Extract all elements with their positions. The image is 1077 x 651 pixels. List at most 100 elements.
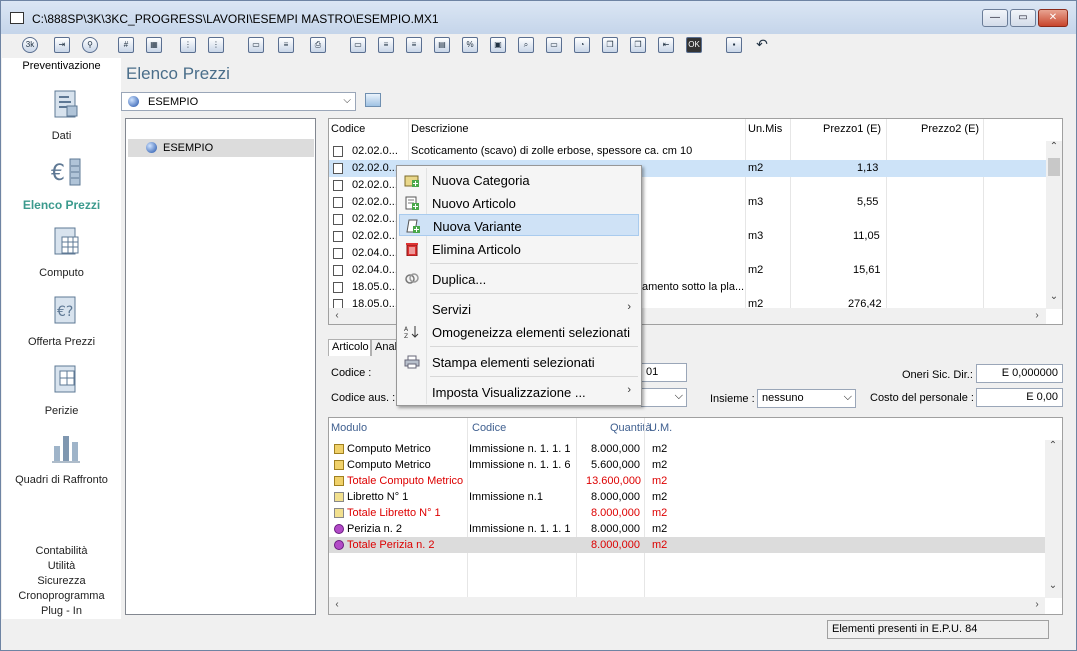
window-icon[interactable]: ▭ xyxy=(546,37,562,53)
new-folder-icon[interactable]: ▭ xyxy=(248,37,264,53)
column-header-codice[interactable]: Codice xyxy=(331,123,365,135)
tab-articolo[interactable]: Articolo xyxy=(328,339,371,356)
oneri-field[interactable]: E 0,000000 xyxy=(976,364,1063,383)
article-icon xyxy=(333,231,343,242)
costo-personale-field[interactable]: E 0,00 xyxy=(976,388,1063,407)
module-row[interactable]: Libretto N° 1 Immissione n.1 8.000,000 m2 xyxy=(329,489,1045,505)
folder-icon[interactable]: ▭ xyxy=(350,37,366,53)
modules-table[interactable]: Modulo Codice Quantità U.M. Computo Metr… xyxy=(328,417,1063,615)
cell-code: 02.02.0... xyxy=(352,196,398,208)
cell-modulo: Totale Perizia n. 2 xyxy=(347,539,435,551)
module-row[interactable]: Computo Metrico Immissione n. 1. 1. 1 8.00… xyxy=(329,441,1045,457)
codice-field[interactable]: 01 xyxy=(641,363,687,382)
module-total-row[interactable]: Totale Computo Metrico 13.600,000 m2 xyxy=(329,473,1045,489)
menu-item-elimina-articolo[interactable]: Elimina Articolo xyxy=(399,238,639,260)
exit-icon[interactable]: ⇥ xyxy=(54,37,70,53)
grid-icon[interactable]: ▦ xyxy=(146,37,162,53)
sidebar-item-label: Computo xyxy=(39,267,84,279)
new-item-icon[interactable]: ≡ xyxy=(278,37,294,53)
close-button[interactable]: ✕ xyxy=(1038,9,1068,27)
search-icon[interactable]: ⚲ xyxy=(82,37,98,53)
tree-icon[interactable]: ⋮ xyxy=(180,37,196,53)
euro-list-icon: € xyxy=(51,158,81,186)
duplicate-icon xyxy=(405,273,419,284)
undo-icon[interactable]: ↶ xyxy=(754,37,770,53)
calc-icon[interactable]: ▣ xyxy=(490,37,506,53)
column-header-codice[interactable]: Codice xyxy=(472,422,506,434)
scroll-up-icon[interactable]: ⌃ xyxy=(1046,141,1062,152)
tree-add-icon[interactable]: ⋮ xyxy=(208,37,224,53)
cell-price1: 11,05 xyxy=(853,230,880,242)
save-icon[interactable]: ▪ xyxy=(726,37,742,53)
sidebar-header: Preventivazione xyxy=(22,60,101,72)
new-category-icon xyxy=(404,175,419,187)
doc-list-icon[interactable]: ≡ xyxy=(406,37,422,53)
scroll-down-icon[interactable]: ⌄ xyxy=(1045,580,1061,591)
import-icon[interactable]: ⇤ xyxy=(658,37,674,53)
scroll-up-icon[interactable]: ⌃ xyxy=(1045,440,1061,451)
sidebar-link-utilita[interactable]: Utilità xyxy=(2,559,121,574)
scroll-thumb[interactable] xyxy=(1048,158,1060,176)
tab-analisi[interactable]: Anal xyxy=(371,339,399,356)
cell-um: m3 xyxy=(748,196,764,208)
copy2-icon[interactable]: ❐ xyxy=(630,37,646,53)
doc2-icon[interactable]: ▤ xyxy=(434,37,450,53)
scroll-down-icon[interactable]: ⌄ xyxy=(1046,291,1062,302)
new-article-icon xyxy=(405,196,419,210)
scroll-left-icon[interactable]: ‹ xyxy=(329,599,345,610)
sidebar-link-contabilita[interactable]: Contabilità xyxy=(2,544,121,559)
column-header-descrizione[interactable]: Descrizione xyxy=(411,123,468,135)
percent-icon[interactable]: % xyxy=(462,37,478,53)
scroll-right-icon[interactable]: › xyxy=(1029,599,1045,610)
insieme-select[interactable]: nessuno ⌵ xyxy=(757,389,856,408)
sidebar-link-sicurezza[interactable]: Sicurezza xyxy=(2,574,121,589)
menu-item-nuovo-articolo[interactable]: Nuovo Articolo xyxy=(399,192,639,214)
menu-item-imposta-visualizzazione[interactable]: Imposta Visualizzazione ... › xyxy=(399,381,639,403)
sidebar-link-cronoprogramma[interactable]: Cronoprogramma xyxy=(2,589,121,604)
tree-node-root[interactable]: ESEMPIO xyxy=(128,139,314,157)
scroll-right-icon[interactable]: › xyxy=(1029,310,1045,321)
menu-item-nuova-categoria[interactable]: Nuova Categoria xyxy=(399,169,639,191)
doc-icon[interactable]: ≡ xyxy=(378,37,394,53)
module-total-row-selected[interactable]: Totale Perizia n. 2 8.000,000 m2 xyxy=(329,537,1045,553)
column-header-unmis[interactable]: Un.Mis xyxy=(748,123,782,135)
scroll-left-icon[interactable]: ‹ xyxy=(329,310,345,321)
codice-aus-select[interactable]: ⌵ xyxy=(641,388,687,407)
vertical-scrollbar[interactable]: ⌃ ⌄ xyxy=(1045,440,1062,598)
column-header-um[interactable]: U.M. xyxy=(649,422,672,434)
preview-icon[interactable]: ⌕ xyxy=(518,37,534,53)
gauge-icon[interactable]: ◔ xyxy=(574,37,590,53)
computo-row-icon xyxy=(334,460,344,470)
module-row[interactable]: Computo Metrico Immissione n. 1. 1. 6 5.60… xyxy=(329,457,1045,473)
menu-item-omogeneizza[interactable]: AZ Omogeneizza elementi selezionati xyxy=(399,321,639,343)
menu-separator xyxy=(430,376,638,377)
copy-icon[interactable]: ❐ xyxy=(602,37,618,53)
maximize-button[interactable]: ▭ xyxy=(1010,9,1036,27)
cell-code: 02.02.0... xyxy=(352,162,398,174)
cell-um: m2 xyxy=(652,459,668,471)
vertical-scrollbar[interactable]: ⌃ ⌄ xyxy=(1046,141,1062,309)
module-row[interactable]: Perizia n. 2 Immissione n. 1. 1. 1 8.000,0… xyxy=(329,521,1045,537)
column-header-prezzo1[interactable]: Prezzo1 (E) xyxy=(823,123,881,135)
hash-icon[interactable]: # xyxy=(118,37,134,53)
table-row[interactable]: 02.02.0... Scoticamento (scavo) di zolle … xyxy=(329,143,1047,160)
database-select[interactable]: ESEMPIO ⌵ xyxy=(121,92,356,111)
sidebar-link-plug-in[interactable]: Plug - In xyxy=(2,604,121,619)
ok-icon[interactable]: OK xyxy=(686,37,702,53)
menu-item-stampa[interactable]: Stampa elementi selezionati xyxy=(399,351,639,373)
column-header-quantita[interactable]: Quantità xyxy=(610,422,652,434)
module-total-row[interactable]: Totale Libretto N° 1 8.000,000 m2 xyxy=(329,505,1045,521)
minimize-button[interactable]: — xyxy=(982,9,1008,27)
cell-price1: 15,61 xyxy=(853,264,881,276)
column-header-prezzo2[interactable]: Prezzo2 (E) xyxy=(921,123,979,135)
menu-item-duplica[interactable]: Duplica... xyxy=(399,268,639,290)
category-tree[interactable]: ESEMPIO xyxy=(125,118,316,615)
print-icon[interactable]: ⎙ xyxy=(310,37,326,53)
add-folder-icon[interactable] xyxy=(365,93,381,107)
menu-item-servizi[interactable]: Servizi › xyxy=(399,298,639,320)
horizontal-scrollbar[interactable]: ‹ › xyxy=(329,597,1045,614)
column-header-modulo[interactable]: Modulo xyxy=(331,422,367,434)
menu-item-nuova-variante[interactable]: Nuova Variante xyxy=(399,214,639,236)
3k-logo-icon[interactable]: 3k xyxy=(22,37,38,53)
chevron-down-icon: ⌵ xyxy=(674,390,683,402)
